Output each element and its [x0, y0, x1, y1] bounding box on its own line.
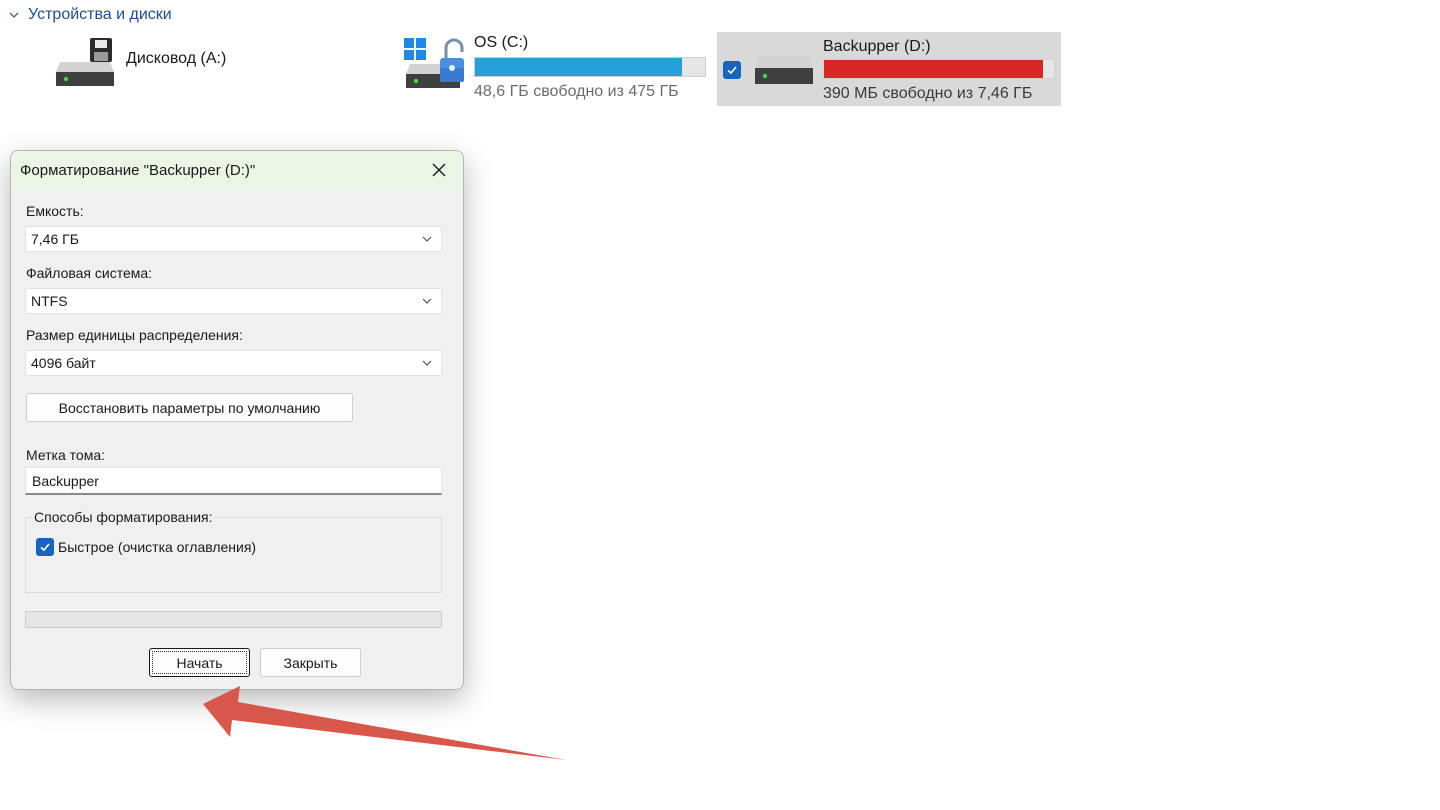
- chevron-down-icon: [422, 298, 432, 304]
- filesystem-label: Файловая система:: [26, 265, 153, 281]
- chevron-down-icon: [422, 360, 432, 366]
- chevron-down-icon: [9, 12, 19, 18]
- chevron-down-icon: [422, 236, 432, 242]
- capacity-select[interactable]: 7,46 ГБ: [25, 226, 442, 252]
- section-title: Устройства и диски: [28, 6, 172, 23]
- quick-format-checkbox[interactable]: [36, 538, 54, 556]
- drive-c-usage-bar: [474, 57, 706, 77]
- drive-c-usage-fill: [475, 58, 682, 76]
- volume-label-value: Backupper: [32, 472, 99, 489]
- quick-format-option[interactable]: Быстрое (очистка оглавления): [36, 538, 256, 556]
- drive-d-free-space: 390 МБ свободно из 7,46 ГБ: [823, 85, 1033, 102]
- arrow-shape: [203, 686, 566, 760]
- volume-label-input[interactable]: Backupper: [25, 467, 442, 495]
- format-dialog: Форматирование "Backupper (D:)" Емкость:…: [10, 150, 464, 690]
- start-button[interactable]: Начать: [149, 648, 250, 677]
- allocation-size-label: Размер единицы распределения:: [26, 327, 243, 343]
- checkmark-icon: [727, 66, 737, 75]
- devices-section-header[interactable]: Устройства и диски: [8, 4, 172, 26]
- drive-d-selected-checkbox[interactable]: [723, 61, 741, 79]
- dialog-titlebar[interactable]: Форматирование "Backupper (D:)": [11, 151, 463, 189]
- volume-label-title: Метка тома:: [26, 447, 106, 463]
- format-options-group: Способы форматирования: Быстрое (очистка…: [25, 509, 442, 593]
- dialog-close-button[interactable]: [425, 156, 453, 184]
- capacity-label: Емкость:: [26, 203, 84, 219]
- close-icon: [432, 163, 446, 177]
- dialog-title: Форматирование "Backupper (D:)": [20, 161, 256, 179]
- format-options-title: Способы форматирования:: [32, 509, 215, 525]
- quick-format-label: Быстрое (очистка оглавления): [58, 539, 257, 555]
- allocation-size-select[interactable]: 4096 байт: [25, 350, 442, 376]
- drive-a-name: Дисковод (A:): [126, 50, 227, 67]
- filesystem-value: NTFS: [31, 293, 68, 309]
- drive-d-name: Backupper (D:): [823, 38, 931, 55]
- drive-c-name: OS (C:): [474, 34, 529, 51]
- drive-d-usage-bar: [823, 59, 1055, 79]
- drive-d[interactable]: Backupper (D:) 390 МБ свободно из 7,46 Г…: [717, 32, 1061, 106]
- drive-c-free-space: 48,6 ГБ свободно из 475 ГБ: [474, 83, 679, 100]
- drive-c[interactable]: OS (C:) 48,6 ГБ свободно из 475 ГБ: [400, 34, 706, 101]
- restore-defaults-button[interactable]: Восстановить параметры по умолчанию: [26, 393, 353, 422]
- checkmark-icon: [40, 543, 50, 552]
- drive-d-usage-fill: [824, 60, 1043, 78]
- close-button[interactable]: Закрыть: [260, 648, 361, 677]
- removable-drive-icon: [755, 56, 813, 84]
- allocation-size-value: 4096 байт: [31, 355, 96, 371]
- capacity-value: 7,46 ГБ: [31, 231, 79, 247]
- drive-a[interactable]: Дисковод (A:): [52, 36, 226, 88]
- filesystem-select[interactable]: NTFS: [25, 288, 442, 314]
- os-drive-lock-icon: [404, 38, 464, 88]
- format-progress-bar: [25, 611, 442, 628]
- floppy-drive-icon: [56, 38, 114, 86]
